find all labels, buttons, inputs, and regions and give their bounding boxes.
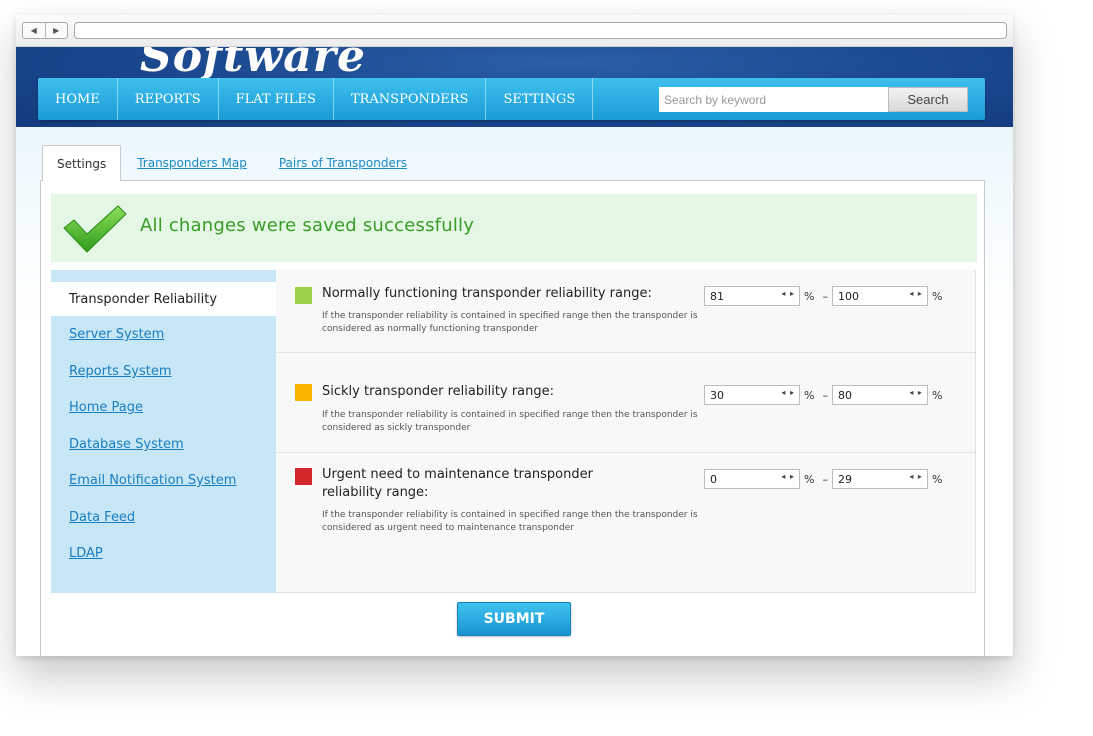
- browser-nav-buttons: ◀ ▶: [22, 22, 68, 39]
- nav-settings[interactable]: SETTINGS: [486, 78, 594, 120]
- min-spinner[interactable]: ◂ ▸: [704, 385, 800, 405]
- percent-label: %: [931, 289, 943, 303]
- dash-label: –: [822, 289, 828, 303]
- submit-button[interactable]: SUBMIT: [457, 602, 571, 636]
- site-header: Software HOME REPORTS FLAT FILES TRANSPO…: [16, 47, 1013, 127]
- sidebar-item-reports-system[interactable]: Reports System: [69, 364, 171, 379]
- tab-pairs-of-transponders[interactable]: Pairs of Transponders: [263, 145, 423, 180]
- nav-flat-files[interactable]: FLAT FILES: [219, 78, 334, 120]
- range-title: Urgent need to maintenance transponder r…: [322, 467, 593, 500]
- max-spinner[interactable]: ◂ ▸: [831, 286, 928, 306]
- percent-label: %: [931, 472, 943, 486]
- main-nav: HOME REPORTS FLAT FILES TRANSPONDERS SET…: [38, 78, 985, 120]
- sidebar-item-data-feed[interactable]: Data Feed: [69, 510, 135, 525]
- max-spinner[interactable]: ◂ ▸: [831, 469, 928, 489]
- address-bar[interactable]: [74, 22, 1007, 39]
- range-swatch: [295, 287, 312, 304]
- nav-transponders[interactable]: TRANSPONDERS: [334, 78, 487, 120]
- sidebar-item-home-page[interactable]: Home Page: [69, 400, 143, 415]
- settings-sidebar: Transponder Reliability Server System Re…: [51, 270, 276, 593]
- range-row-urgent: Urgent need to maintenance transponder r…: [276, 453, 976, 593]
- nav-reports[interactable]: REPORTS: [118, 78, 219, 120]
- range-description: If the transponder reliability is contai…: [322, 311, 698, 334]
- min-input[interactable]: [705, 386, 775, 404]
- max-spinner[interactable]: ◂ ▸: [831, 385, 928, 405]
- spinner-arrows-icon[interactable]: ◂ ▸: [909, 472, 923, 481]
- sidebar-item-email-notification-system[interactable]: Email Notification System: [69, 473, 236, 488]
- max-input[interactable]: [832, 386, 903, 404]
- checkmark-icon: [63, 205, 127, 253]
- range-description: If the transponder reliability is contai…: [322, 510, 698, 533]
- sidebar-item-server-system[interactable]: Server System: [69, 327, 164, 342]
- success-text: All changes were saved successfully: [140, 215, 475, 236]
- sidebar-item-transponder-reliability[interactable]: Transponder Reliability: [51, 282, 276, 316]
- min-input[interactable]: [705, 287, 775, 305]
- percent-label: %: [804, 472, 815, 486]
- search-button[interactable]: Search: [888, 87, 968, 112]
- success-message: All changes were saved successfully: [51, 194, 977, 262]
- range-row-sickly: Sickly transponder reliability range: If…: [276, 353, 976, 453]
- dash-label: –: [822, 388, 828, 402]
- dash-label: –: [822, 472, 828, 486]
- sidebar-item-ldap[interactable]: LDAP: [69, 546, 103, 561]
- min-spinner[interactable]: ◂ ▸: [704, 469, 800, 489]
- browser-toolbar: ◀ ▶: [16, 15, 1013, 47]
- spinner-arrows-icon[interactable]: ◂ ▸: [781, 289, 795, 298]
- max-input[interactable]: [832, 287, 903, 305]
- browser-window: ◀ ▶ Software HOME REPORTS FLAT FILES TRA…: [16, 15, 1013, 656]
- range-row-normal: Normally functioning transponder reliabi…: [276, 270, 976, 353]
- nav-home[interactable]: HOME: [38, 78, 118, 120]
- reliability-settings: Normally functioning transponder reliabi…: [276, 270, 976, 593]
- percent-label: %: [804, 289, 815, 303]
- percent-label: %: [931, 388, 943, 402]
- range-inputs: ◂ ▸ % – ◂ ▸ %: [704, 286, 946, 306]
- min-spinner[interactable]: ◂ ▸: [704, 286, 800, 306]
- range-inputs: ◂ ▸ % – ◂ ▸ %: [704, 385, 946, 405]
- range-title: Sickly transponder reliability range:: [322, 384, 555, 399]
- max-input[interactable]: [832, 470, 903, 488]
- sidebar-item-database-system[interactable]: Database System: [69, 437, 184, 452]
- range-swatch: [295, 468, 312, 485]
- range-description: If the transponder reliability is contai…: [322, 410, 698, 433]
- spinner-arrows-icon[interactable]: ◂ ▸: [781, 472, 795, 481]
- tab-transponders-map[interactable]: Transponders Map: [121, 145, 263, 180]
- back-arrow-icon[interactable]: ◀: [23, 23, 45, 38]
- tab-settings[interactable]: Settings: [42, 145, 122, 181]
- search-input[interactable]: [659, 87, 889, 112]
- spinner-arrows-icon[interactable]: ◂ ▸: [781, 388, 795, 397]
- spinner-arrows-icon[interactable]: ◂ ▸: [909, 388, 923, 397]
- min-input[interactable]: [705, 470, 775, 488]
- range-title: Normally functioning transponder reliabi…: [322, 286, 652, 301]
- percent-label: %: [804, 388, 815, 402]
- spinner-arrows-icon[interactable]: ◂ ▸: [909, 289, 923, 298]
- forward-arrow-icon[interactable]: ▶: [44, 23, 68, 38]
- logo: Software: [140, 47, 366, 82]
- range-inputs: ◂ ▸ % – ◂ ▸ %: [704, 469, 946, 489]
- range-swatch: [295, 384, 312, 401]
- tab-bar: Settings Transponders Map Pairs of Trans…: [42, 145, 423, 181]
